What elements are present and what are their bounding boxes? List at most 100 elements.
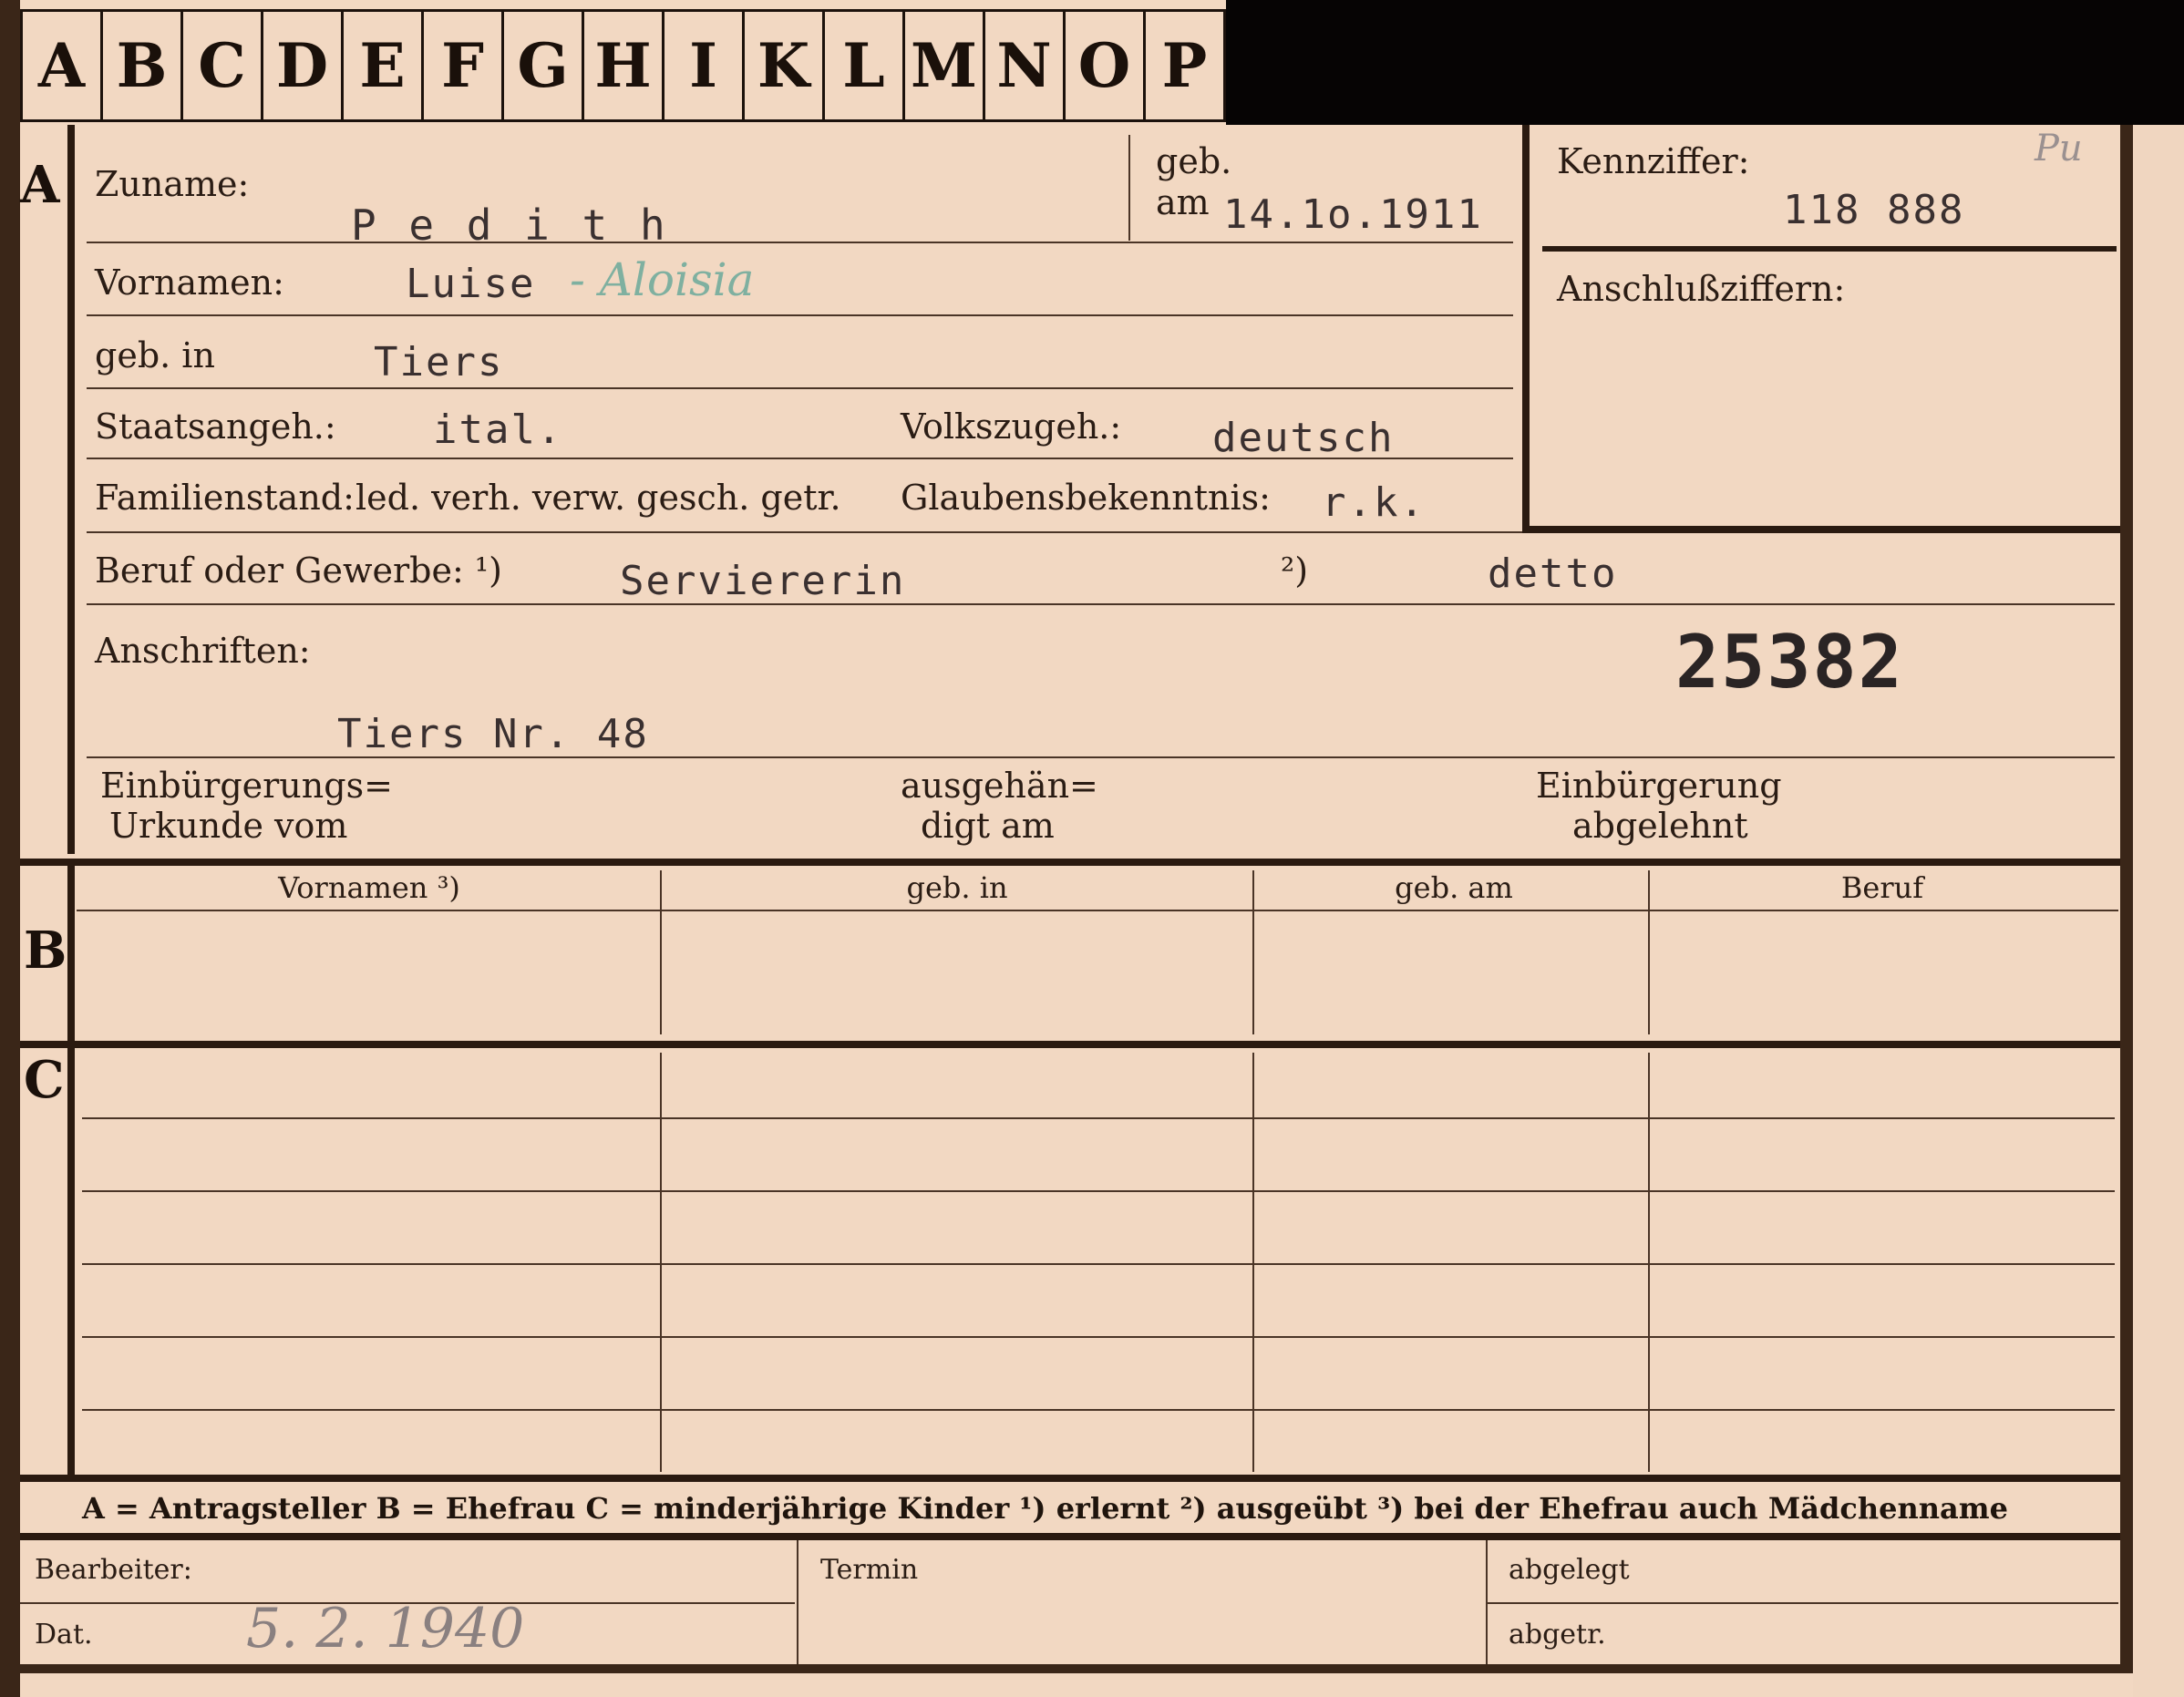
value-beruf-1: Serviererin (620, 558, 906, 604)
col-divider-1-c (660, 1053, 662, 1472)
card-right-border (2120, 125, 2133, 1670)
col-head-geb-am: geb. am (1395, 870, 1513, 905)
legend-bottom-border (20, 1533, 2120, 1540)
line-row6 (87, 603, 2115, 605)
label-einbuergerung: Einbürgerung (1536, 766, 1782, 806)
registration-card: ABCDEFGHIKLMNOP A Zuname: P e d i t h ge… (0, 0, 2184, 1697)
line-row7 (87, 756, 2115, 758)
col-divider-3-c (1648, 1053, 1650, 1472)
index-tab: N (983, 9, 1063, 122)
value-beruf-2: detto (1488, 550, 1618, 597)
index-tab: B (100, 9, 180, 122)
value-anschrift: Tiers Nr. 48 (337, 711, 649, 757)
kennziffer-divider (1542, 246, 2117, 252)
label-abgelehnt: abgelehnt (1572, 806, 1748, 846)
value-kennziffer-note: Pu (2035, 128, 2083, 170)
section-letter-c: C (24, 1050, 65, 1110)
section-letter-a: A (20, 155, 60, 215)
label-digt-am: digt am (921, 806, 1055, 846)
legend-top-border (20, 1475, 2120, 1482)
label-beruf: Beruf oder Gewerbe: ¹) (95, 550, 502, 591)
label-zuname: Zuname: (95, 164, 250, 204)
stamp-number: 25382 (1675, 620, 1904, 705)
label-abgelegt: abgelegt (1509, 1554, 1630, 1586)
index-tab: C (180, 9, 261, 122)
line-row1 (87, 242, 1513, 243)
label-volkszugeh: Volkszugeh.: (901, 406, 1122, 447)
label-urkunde-vom: Urkunde vom (109, 806, 348, 846)
index-tab: I (662, 9, 742, 122)
section-c-row-line (82, 1117, 2115, 1119)
value-volkszugeh: deutsch (1212, 415, 1395, 461)
background-top-right (1226, 0, 2184, 125)
label-dat: Dat. (35, 1619, 93, 1651)
label-beruf-2: ²) (1281, 550, 1309, 591)
index-tab: E (341, 9, 421, 122)
label-ausgehaen: ausgehän= (901, 766, 1098, 806)
value-vornamen-handwritten: - Aloisia (570, 253, 755, 306)
line-abgelegt (1488, 1602, 2118, 1604)
section-c-row-line (82, 1263, 2115, 1265)
label-staatsangeh: Staatsangeh.: (95, 406, 336, 447)
col-divider-2-c (1252, 1053, 1254, 1472)
index-tab: A (20, 9, 100, 122)
label-am: am (1156, 182, 1210, 222)
label-geb: geb. (1156, 141, 1232, 181)
section-c-row-line (82, 1409, 2115, 1411)
label-bearbeiter: Bearbeiter: (35, 1554, 192, 1586)
section-c-top-border (20, 1041, 2120, 1048)
index-tab: H (582, 9, 662, 122)
legend: A = Antragsteller B = Ehefrau C = minder… (82, 1491, 2008, 1526)
footer-divider-1 (797, 1540, 798, 1664)
index-tab: P (1143, 9, 1226, 122)
familienstand-options: led. verh. verw. gesch. getr. (355, 478, 841, 518)
label-kennziffer: Kennziffer: (1557, 141, 1750, 181)
section-b-top-border (20, 859, 2120, 866)
index-tab: K (742, 9, 822, 122)
col-divider-2-b (1252, 870, 1254, 1034)
label-einbuergerungs: Einbürgerungs= (100, 766, 393, 806)
section-c-left-border (67, 1048, 75, 1476)
value-vornamen: Luise (406, 261, 536, 307)
section-a-left-border (67, 125, 75, 854)
label-abgetr: abgetr. (1509, 1619, 1606, 1651)
background-right-strip (2133, 125, 2184, 1697)
line-row4 (87, 458, 1513, 459)
kennziffer-box-bottom (1522, 526, 2120, 533)
value-glaubensbekenntnis: r.k. (1322, 479, 1426, 526)
col-head-geb-in: geb. in (906, 870, 1008, 905)
section-b-left-border (67, 866, 75, 1041)
label-vornamen: Vornamen: (95, 262, 284, 303)
section-letter-b: B (24, 920, 67, 981)
col-head-beruf: Beruf (1840, 870, 1924, 905)
label-anschlussziffern: Anschlußziffern: (1557, 269, 1846, 309)
index-tabs: ABCDEFGHIKLMNOP (20, 9, 1226, 122)
section-c-row-line (82, 1336, 2115, 1338)
label-termin: Termin (820, 1554, 919, 1586)
index-tab: G (501, 9, 582, 122)
label-glaubensbekenntnis: Glaubensbekenntnis: (901, 478, 1271, 518)
index-tab: M (902, 9, 983, 122)
index-tab: F (421, 9, 501, 122)
col-head-underline (77, 910, 2118, 911)
kennziffer-box-left (1522, 125, 1530, 533)
section-c-row-line (82, 1190, 2115, 1192)
line-row3 (87, 387, 1513, 389)
col-divider-3-b (1648, 870, 1650, 1034)
index-tab: L (822, 9, 902, 122)
col-divider-1-b (660, 870, 662, 1034)
index-tab: O (1063, 9, 1143, 122)
value-staatsangeh: ital. (433, 406, 563, 453)
value-geb-in: Tiers (374, 339, 504, 386)
index-tab: D (261, 9, 341, 122)
value-geb-am: 14.1o.1911 (1223, 191, 1483, 238)
label-anschriften: Anschriften: (95, 631, 311, 671)
col-head-vornamen: Vornamen ³) (278, 870, 460, 905)
line-row2 (87, 314, 1513, 316)
card-bottom-border (0, 1664, 2133, 1673)
value-kennziffer: 118 888 (1783, 187, 1965, 233)
value-dat: 5. 2. 1940 (246, 1597, 525, 1661)
card-left-edge (0, 0, 20, 1697)
divider-geb (1128, 135, 1130, 241)
label-familienstand: Familienstand: (95, 478, 355, 518)
